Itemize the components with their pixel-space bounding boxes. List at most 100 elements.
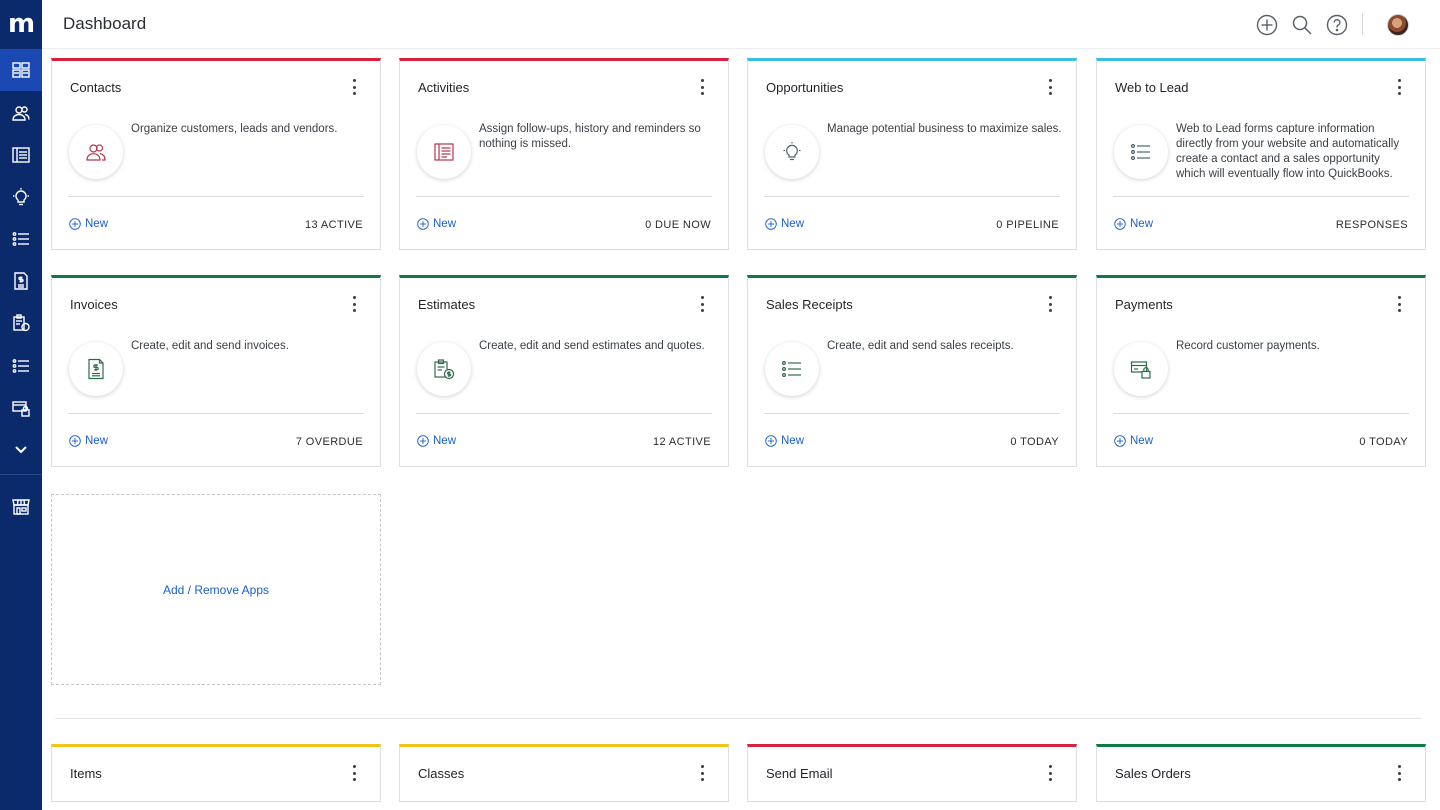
plus-circle-icon xyxy=(1114,218,1126,230)
new-label: New xyxy=(433,435,457,447)
sidebar-item-sales-receipts[interactable] xyxy=(0,345,42,387)
card-divider xyxy=(68,196,364,197)
card-title[interactable]: Sales Receipts xyxy=(766,297,853,312)
plus-circle-icon xyxy=(1114,435,1126,447)
card-title[interactable]: Estimates xyxy=(418,297,475,312)
sidebar-item-list[interactable] xyxy=(0,218,42,260)
card-description: Record customer payments. xyxy=(1176,340,1320,352)
card-title[interactable]: Items xyxy=(70,766,102,781)
card-stat[interactable]: 13 ACTIVE xyxy=(305,219,363,231)
dashboard-icon xyxy=(12,62,30,78)
card-title[interactable]: Sales Orders xyxy=(1115,766,1191,781)
list-icon xyxy=(1130,143,1150,161)
plus-circle-icon xyxy=(417,435,429,447)
card-estimates: Estimates Create, edit and send estimate… xyxy=(399,275,729,467)
lightbulb-icon xyxy=(783,142,801,161)
card-lock-icon xyxy=(1130,361,1151,379)
card-icon-circle xyxy=(765,125,819,179)
plus-circle-icon xyxy=(765,435,777,447)
card-stat[interactable]: 12 ACTIVE xyxy=(653,436,711,448)
lightbulb-icon xyxy=(13,188,29,206)
sidebar-item-contacts[interactable] xyxy=(0,92,42,134)
sidebar-item-invoices[interactable] xyxy=(0,260,42,302)
sidebar-item-opportunities[interactable] xyxy=(0,176,42,218)
card-stat[interactable]: 7 OVERDUE xyxy=(296,436,363,448)
card-icon-circle xyxy=(69,342,123,396)
card-menu-button[interactable] xyxy=(346,78,362,96)
card-menu-button[interactable] xyxy=(346,295,362,313)
new-estimate-button[interactable]: New xyxy=(417,435,456,447)
card-menu-button[interactable] xyxy=(1391,295,1407,313)
list-icon xyxy=(12,232,29,246)
card-stat[interactable]: 0 PIPELINE xyxy=(996,219,1059,231)
invoice-icon xyxy=(88,358,104,380)
invoice-icon xyxy=(14,272,28,290)
card-icon-circle xyxy=(69,125,123,179)
card-classes: Classes xyxy=(399,744,729,802)
card-title[interactable]: Classes xyxy=(418,766,464,781)
new-contact-button[interactable]: New xyxy=(69,218,108,230)
card-title[interactable]: Web to Lead xyxy=(1115,80,1188,95)
card-description: Create, edit and send invoices. xyxy=(131,340,289,352)
search-button[interactable] xyxy=(1290,13,1314,37)
help-button[interactable] xyxy=(1325,13,1349,37)
card-title[interactable]: Invoices xyxy=(70,297,118,312)
card-title[interactable]: Contacts xyxy=(70,80,121,95)
card-menu-button[interactable] xyxy=(1042,764,1058,782)
new-web-to-lead-button[interactable]: New xyxy=(1114,218,1153,230)
card-menu-button[interactable] xyxy=(1042,78,1058,96)
sidebar-item-payments[interactable] xyxy=(0,387,42,429)
card-description: Web to Lead forms capture information di… xyxy=(1176,123,1400,180)
notebook-icon xyxy=(434,143,454,161)
card-stat[interactable]: RESPONSES xyxy=(1336,219,1408,231)
card-stat[interactable]: 0 TODAY xyxy=(1359,436,1408,448)
card-menu-button[interactable] xyxy=(1391,764,1407,782)
card-divider xyxy=(68,413,364,414)
card-icon-circle xyxy=(417,125,471,179)
new-opportunity-button[interactable]: New xyxy=(765,218,804,230)
card-title[interactable]: Payments xyxy=(1115,297,1173,312)
card-title[interactable]: Opportunities xyxy=(766,80,843,95)
sidebar-item-marketplace[interactable] xyxy=(0,486,42,528)
app-logo[interactable]: m xyxy=(0,0,42,48)
card-description: Organize customers, leads and vendors. xyxy=(131,123,338,135)
card-menu-button[interactable] xyxy=(694,295,710,313)
card-menu-button[interactable] xyxy=(694,764,710,782)
add-remove-apps-button[interactable]: Add / Remove Apps xyxy=(51,494,381,685)
card-description: Manage potential business to maximize sa… xyxy=(827,123,1062,135)
card-menu-button[interactable] xyxy=(1042,295,1058,313)
new-label: New xyxy=(85,435,109,447)
new-activity-button[interactable]: New xyxy=(417,218,456,230)
card-payments: Payments Record customer payments. New 0… xyxy=(1096,275,1426,467)
new-label: New xyxy=(781,435,805,447)
plus-circle-icon xyxy=(1256,14,1278,36)
sidebar-item-activities[interactable] xyxy=(0,134,42,176)
plus-circle-icon xyxy=(417,218,429,230)
new-invoice-button[interactable]: New xyxy=(69,435,108,447)
avatar[interactable] xyxy=(1387,14,1409,36)
card-title[interactable]: Activities xyxy=(418,80,469,95)
sidebar-item-estimates[interactable] xyxy=(0,302,42,344)
clipboard-dollar-icon xyxy=(13,314,30,332)
section-divider xyxy=(55,718,1422,719)
add-button[interactable] xyxy=(1255,13,1279,37)
card-menu-button[interactable] xyxy=(694,78,710,96)
sidebar-item-more[interactable] xyxy=(0,429,42,471)
sidebar-item-dashboard[interactable] xyxy=(0,49,42,91)
card-invoices: Invoices Create, edit and send invoices.… xyxy=(51,275,381,467)
card-send-email: Send Email xyxy=(747,744,1077,802)
plus-circle-icon xyxy=(69,435,81,447)
new-label: New xyxy=(1130,435,1154,447)
card-menu-button[interactable] xyxy=(346,764,362,782)
card-stat[interactable]: 0 TODAY xyxy=(1010,436,1059,448)
card-title[interactable]: Send Email xyxy=(766,766,832,781)
new-sales-receipt-button[interactable]: New xyxy=(765,435,804,447)
card-menu-button[interactable] xyxy=(1391,78,1407,96)
list-icon xyxy=(12,359,29,373)
new-payment-button[interactable]: New xyxy=(1114,435,1153,447)
sidebar: m xyxy=(0,0,42,810)
card-lock-icon xyxy=(12,401,30,417)
search-icon xyxy=(1292,15,1312,35)
card-stat[interactable]: 0 DUE NOW xyxy=(645,219,711,231)
card-contacts: Contacts Organize customers, leads and v… xyxy=(51,58,381,250)
